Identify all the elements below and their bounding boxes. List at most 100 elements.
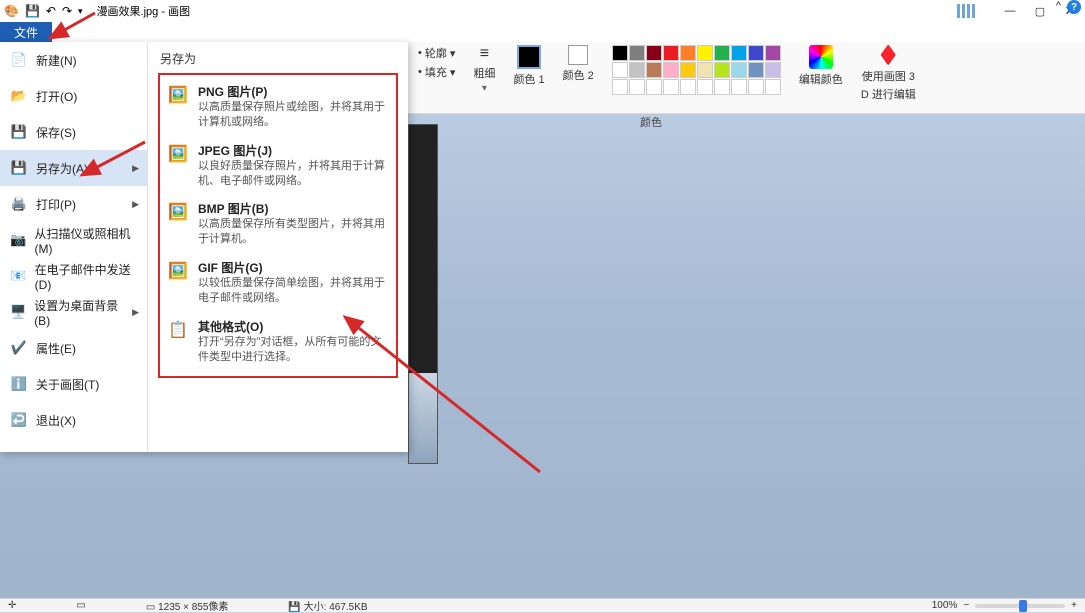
minimize-button[interactable]: — <box>995 0 1025 22</box>
menu-item-icon: ℹ️ <box>10 375 28 393</box>
file-menu-item-7[interactable]: 🖥️设置为桌面背景(B)▶ <box>0 294 147 330</box>
palette-swatch[interactable] <box>731 62 747 78</box>
color-palette[interactable] <box>612 45 781 95</box>
saveas-option-title: BMP 图片(B) <box>198 200 390 217</box>
file-menu-item-10[interactable]: ↩️退出(X) <box>0 402 147 438</box>
palette-swatch[interactable] <box>731 79 747 95</box>
palette-swatch[interactable] <box>714 45 730 61</box>
file-menu-item-5[interactable]: 📷从扫描仪或照相机(M) <box>0 222 147 258</box>
qat-more-icon[interactable]: ▾ <box>78 6 83 17</box>
file-tab[interactable]: 文件 <box>0 22 52 42</box>
palette-swatch[interactable] <box>731 45 747 61</box>
qat-redo-icon[interactable]: ↷ <box>62 4 72 18</box>
saveas-option-desc: 以高质量保存所有类型图片，并将其用于计算机。 <box>198 217 390 247</box>
paint3d-button[interactable]: ♦️ 使用画图 3 D 进行编辑 <box>861 45 916 102</box>
palette-swatch[interactable] <box>680 45 696 61</box>
maximize-button[interactable]: ▢ <box>1025 0 1055 22</box>
palette-swatch[interactable] <box>663 45 679 61</box>
menu-item-label: 从扫描仪或照相机(M) <box>35 225 140 256</box>
canvas-thumbnail[interactable] <box>408 124 438 464</box>
ribbon: • 轮廓 ▾ • 填充 ▾ ≡ 粗细 ▾ 颜色 1 颜色 2 编辑颜色 ♦️ 使… <box>408 42 1085 114</box>
submenu-title: 另存为 <box>158 48 398 73</box>
saveas-option-0[interactable]: 🖼️PNG 图片(P)以高质量保存照片或绘图，并将其用于计算机或网络。 <box>164 79 392 138</box>
saveas-option-desc: 打开“另存为”对话框，从所有可能的文件类型中进行选择。 <box>198 335 390 365</box>
palette-swatch[interactable] <box>765 45 781 61</box>
palette-swatch[interactable] <box>748 62 764 78</box>
zoom-in-button[interactable]: + <box>1071 600 1077 611</box>
help-icon[interactable]: ? <box>1067 0 1081 14</box>
submenu-highlight-box: 🖼️PNG 图片(P)以高质量保存照片或绘图，并将其用于计算机或网络。🖼️JPE… <box>158 73 398 378</box>
palette-swatch[interactable] <box>697 79 713 95</box>
palette-swatch[interactable] <box>748 45 764 61</box>
tab-row: 文件 ^ ? <box>0 22 1085 42</box>
saveas-option-3[interactable]: 🖼️GIF 图片(G)以较低质量保存简单绘图，并将其用于电子邮件或网络。 <box>164 255 392 314</box>
palette-swatch[interactable] <box>680 79 696 95</box>
file-menu-item-3[interactable]: 💾 另存为(A) ▶ <box>0 150 147 186</box>
fill-option[interactable]: • 填充 ▾ <box>418 64 455 80</box>
statusbar: ✛ ▭ ▭ 1235 × 855像素 💾 大小: 467.5KB 100% − … <box>0 598 1085 612</box>
palette-swatch[interactable] <box>680 62 696 78</box>
palette-swatch[interactable] <box>663 79 679 95</box>
ribbon-group-label-colors: 颜色 <box>640 114 662 130</box>
palette-swatch[interactable] <box>714 79 730 95</box>
saveas-option-2[interactable]: 🖼️ BMP 图片(B)以高质量保存所有类型图片，并将其用于计算机。 <box>164 196 392 255</box>
qat-save-icon[interactable]: 💾 <box>25 4 40 18</box>
palette-swatch[interactable] <box>765 79 781 95</box>
palette-swatch[interactable] <box>629 62 645 78</box>
file-menu-item-1[interactable]: 📂打开(O) <box>0 78 147 114</box>
palette-swatch[interactable] <box>714 62 730 78</box>
status-selection-icon: ▭ <box>76 600 85 611</box>
palette-swatch[interactable] <box>646 62 662 78</box>
saveas-option-4[interactable]: 📋其他格式(O)打开“另存为”对话框，从所有可能的文件类型中进行选择。 <box>164 314 392 373</box>
ribbon-collapse-icon[interactable]: ^ <box>1056 0 1061 14</box>
menu-item-icon: 📂 <box>10 87 28 105</box>
palette-swatch[interactable] <box>697 45 713 61</box>
zoom-slider[interactable] <box>975 604 1065 608</box>
color1-swatch[interactable]: 颜色 1 <box>513 45 544 87</box>
saveas-option-desc: 以较低质量保存简单绘图，并将其用于电子邮件或网络。 <box>198 276 390 306</box>
palette-swatch[interactable] <box>629 79 645 95</box>
file-menu-item-9[interactable]: ℹ️ 关于画图(T) <box>0 366 147 402</box>
chevron-right-icon: ▶ <box>132 163 139 174</box>
edit-colors-button[interactable]: 编辑颜色 <box>799 45 843 87</box>
menu-item-icon: 📄 <box>10 51 28 69</box>
menu-item-label: 在电子邮件中发送(D) <box>35 261 139 292</box>
palette-swatch[interactable] <box>646 79 662 95</box>
menu-item-label: 另存为(A) <box>36 160 88 177</box>
saveas-option-title: 其他格式(O) <box>198 318 390 335</box>
qat-undo-icon[interactable]: ↶ <box>46 4 56 18</box>
file-menu-item-8[interactable]: ✔️属性(E) <box>0 330 147 366</box>
file-menu-item-0[interactable]: 📄新建(N) <box>0 42 147 78</box>
outline-option[interactable]: • 轮廓 ▾ <box>418 45 455 61</box>
palette-swatch[interactable] <box>612 62 628 78</box>
saveas-option-title: JPEG 图片(J) <box>198 142 390 159</box>
menu-item-label: 保存(S) <box>36 124 76 141</box>
palette-swatch[interactable] <box>663 62 679 78</box>
titlebar: 🎨 💾 ↶ ↷ ▾ 漫画效果.jpg - 画图 — ▢ ✕ <box>0 0 1085 22</box>
zoom-out-button[interactable]: − <box>963 600 969 611</box>
palette-swatch[interactable] <box>612 45 628 61</box>
palette-swatch[interactable] <box>748 79 764 95</box>
saveas-option-1[interactable]: 🖼️JPEG 图片(J)以良好质量保存照片，并将其用于计算机、电子邮件或网络。 <box>164 138 392 197</box>
thickness-group[interactable]: ≡ 粗细 ▾ <box>473 45 495 94</box>
saveas-option-desc: 以良好质量保存照片，并将其用于计算机、电子邮件或网络。 <box>198 159 390 189</box>
status-dims: ▭ 1235 × 855像素 <box>146 598 229 613</box>
palette-swatch[interactable] <box>612 79 628 95</box>
file-type-icon: 🖼️ <box>166 83 190 107</box>
file-menu-item-2[interactable]: 💾保存(S) <box>0 114 147 150</box>
palette-swatch[interactable] <box>629 45 645 61</box>
menu-item-label: 关于画图(T) <box>36 376 99 393</box>
chevron-right-icon: ▶ <box>132 307 139 318</box>
palette-swatch[interactable] <box>697 62 713 78</box>
color2-swatch[interactable]: 颜色 2 <box>563 45 594 83</box>
palette-swatch[interactable] <box>765 62 781 78</box>
file-menu: 📄新建(N)📂打开(O)💾保存(S) 💾 另存为(A) ▶ 🖨️打印(P)▶📷从扫描仪或… <box>0 42 408 452</box>
brand-logo-icon <box>957 4 975 18</box>
file-type-icon: 🖼️ <box>166 200 190 224</box>
file-menu-item-4[interactable]: 🖨️打印(P)▶ <box>0 186 147 222</box>
palette-swatch[interactable] <box>646 45 662 61</box>
menu-item-label: 退出(X) <box>36 412 76 429</box>
menu-item-icon: 💾 <box>10 159 28 177</box>
saveas-option-desc: 以高质量保存照片或绘图，并将其用于计算机或网络。 <box>198 100 390 130</box>
file-menu-item-6[interactable]: 📧在电子邮件中发送(D) <box>0 258 147 294</box>
